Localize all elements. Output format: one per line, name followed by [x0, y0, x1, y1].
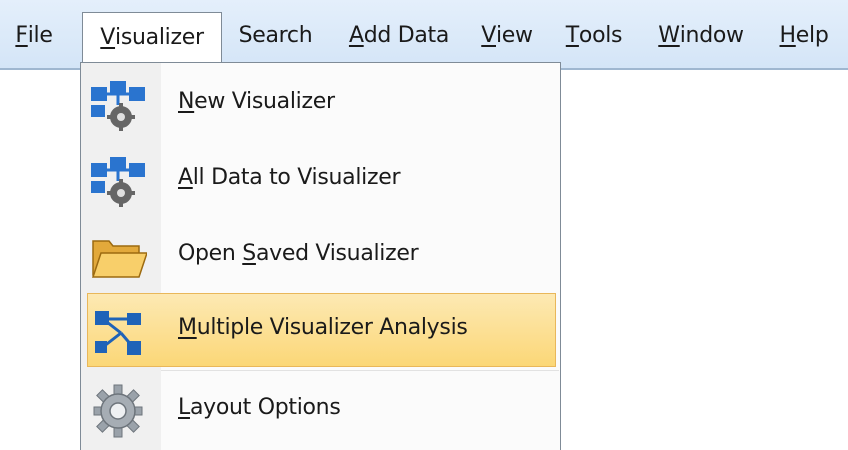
menu-item-label: New Visualizer — [178, 89, 335, 114]
menu-search-label: Search — [238, 22, 313, 48]
menu-window-mnemonic: W — [658, 22, 680, 48]
menu-add-data[interactable]: Add Data — [334, 12, 464, 58]
menu-item-all-data-to-visualizer[interactable]: All Data to Visualizer — [81, 143, 560, 219]
menu-help-label: elp — [795, 22, 829, 48]
menu-separator — [161, 370, 559, 371]
menu-view[interactable]: View — [472, 12, 542, 58]
menu-search[interactable]: Search — [228, 12, 323, 58]
menu-window-label: indow — [679, 22, 744, 48]
menu-view-label: iew — [496, 22, 533, 48]
gear-icon — [89, 383, 147, 439]
menu-item-label: Open Saved Visualizer — [178, 241, 419, 266]
menu-item-open-saved-visualizer[interactable]: Open Saved Visualizer — [81, 219, 560, 295]
menu-tools[interactable]: Tools — [556, 12, 632, 58]
menu-item-label: Layout Options — [178, 395, 341, 420]
menu-add-data-mnemonic: A — [348, 22, 364, 48]
network-diagram-icon — [89, 303, 147, 359]
menu-add-data-label: dd Data — [363, 22, 450, 48]
menu-window[interactable]: Window — [644, 12, 758, 58]
menu-item-new-visualizer[interactable]: New Visualizer — [81, 67, 560, 143]
menu-item-label: Multiple Visualizer Analysis — [178, 315, 468, 340]
menu-item-multiple-visualizer-analysis[interactable]: Multiple Visualizer Analysis — [81, 293, 560, 369]
menu-file-mnemonic: F — [15, 22, 28, 48]
visualizer-dropdown-menu: New Visualizer All Data to Visualizer Op… — [80, 62, 561, 450]
menu-view-mnemonic: V — [481, 22, 496, 48]
menu-item-layout-options[interactable]: Layout Options — [81, 373, 560, 449]
menu-help-mnemonic: H — [779, 22, 797, 48]
folder-open-icon — [89, 229, 149, 285]
visualizer-network-gear-icon — [89, 77, 147, 133]
menu-tools-label: ools — [578, 22, 623, 48]
menu-file[interactable]: File — [5, 12, 63, 58]
menu-visualizer-mnemonic: V — [100, 25, 116, 50]
menu-item-label: All Data to Visualizer — [178, 165, 401, 190]
menu-file-label: ile — [27, 22, 53, 48]
menu-visualizer-label: isualizer — [115, 25, 204, 50]
menu-bar: File Visualizer Search Add Data View Too… — [0, 0, 848, 70]
menu-visualizer[interactable]: Visualizer — [82, 12, 222, 62]
menu-help[interactable]: Help — [770, 12, 838, 58]
visualizer-network-gear-icon — [89, 153, 147, 209]
menu-tools-mnemonic: T — [565, 22, 579, 48]
